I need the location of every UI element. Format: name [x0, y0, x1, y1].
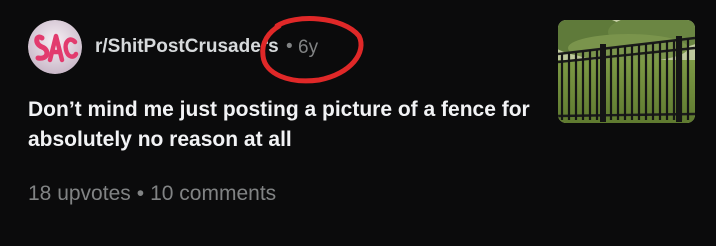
upvote-count[interactable]: 18 upvotes	[28, 182, 131, 205]
separator-dot: •	[286, 36, 293, 57]
post-card[interactable]: r/ShitPostCrusaders • 6y Don’t mind me j…	[0, 0, 716, 246]
post-title[interactable]: Don’t mind me just posting a picture of …	[28, 95, 548, 155]
comment-count[interactable]: 10 comments	[150, 182, 276, 205]
separator-dot: •	[136, 182, 145, 205]
post-meta: 18 upvotes • 10 comments	[28, 182, 276, 206]
subreddit-name[interactable]: r/ShitPostCrusaders	[95, 36, 279, 58]
fence-thumbnail-image[interactable]	[558, 20, 695, 123]
subreddit-avatar-icon[interactable]	[28, 20, 82, 74]
post-age: 6y	[298, 37, 319, 58]
